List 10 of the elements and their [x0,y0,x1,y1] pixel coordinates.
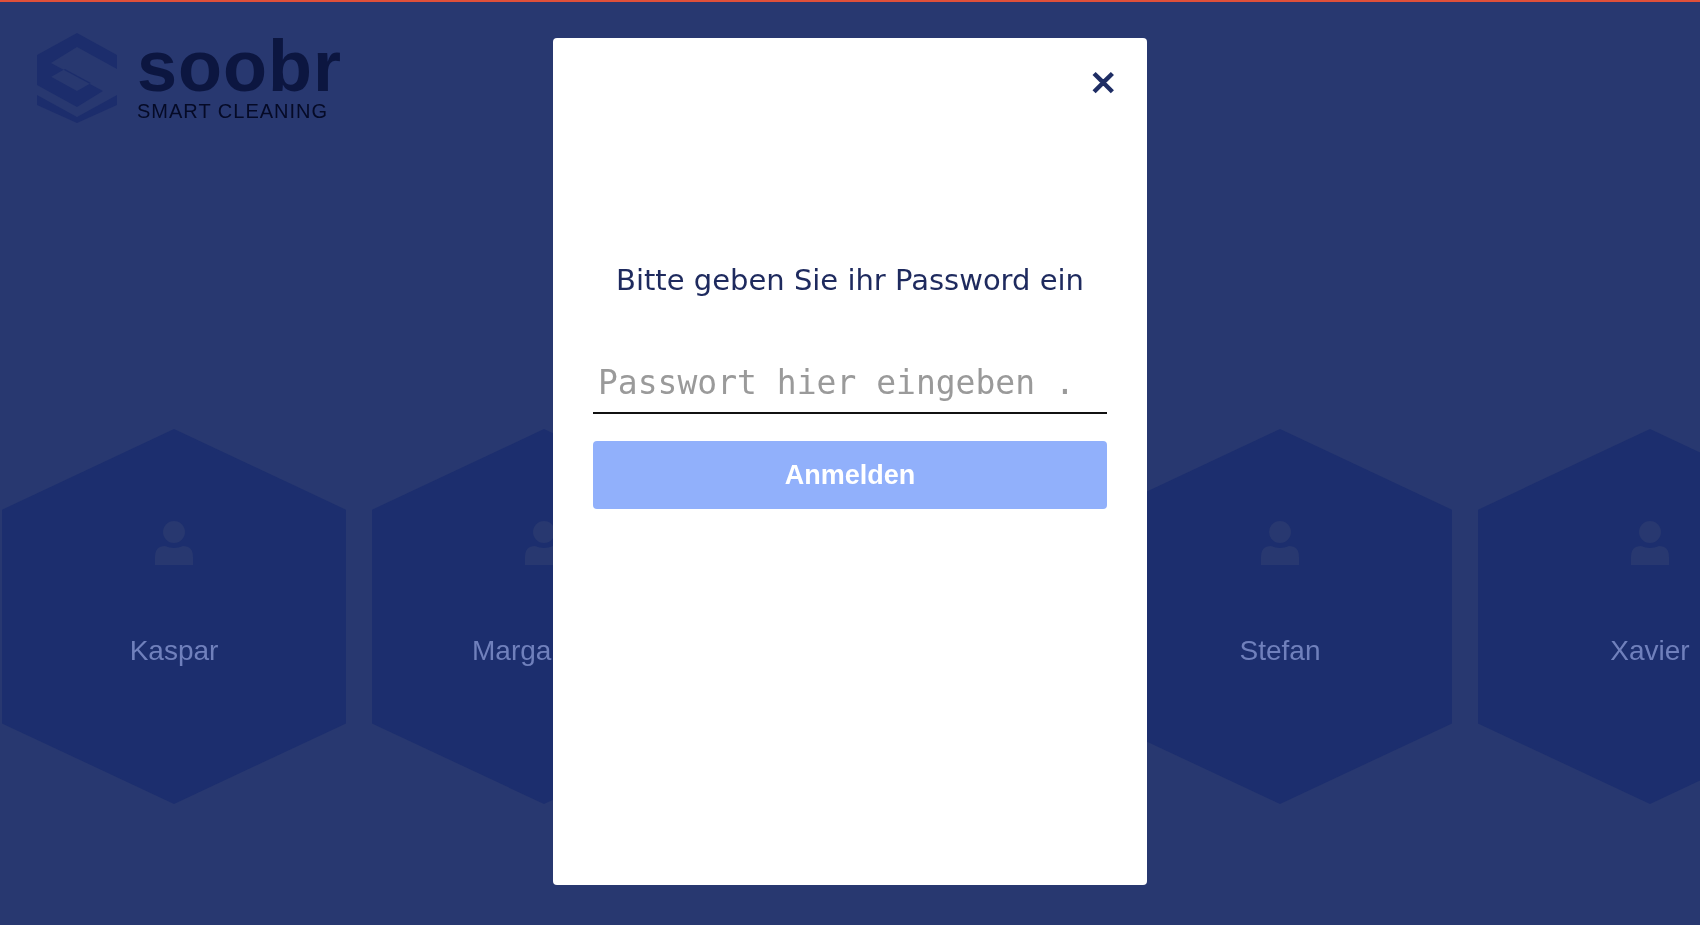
user-name: Marga [472,635,552,667]
user-tile[interactable]: Xavier [1478,429,1700,804]
dialog-title: Bitte geben Sie ihr Password ein [616,263,1084,297]
close-button[interactable]: ✕ [1089,66,1117,100]
user-name: Xavier [1610,635,1690,667]
user-name: Stefan [1239,635,1321,667]
logo-tagline: SMART CLEANING [137,100,330,123]
user-name: Kaspar [129,635,219,667]
login-button[interactable]: Anmelden [593,441,1107,509]
user-tile[interactable]: Kaspar [2,429,346,804]
